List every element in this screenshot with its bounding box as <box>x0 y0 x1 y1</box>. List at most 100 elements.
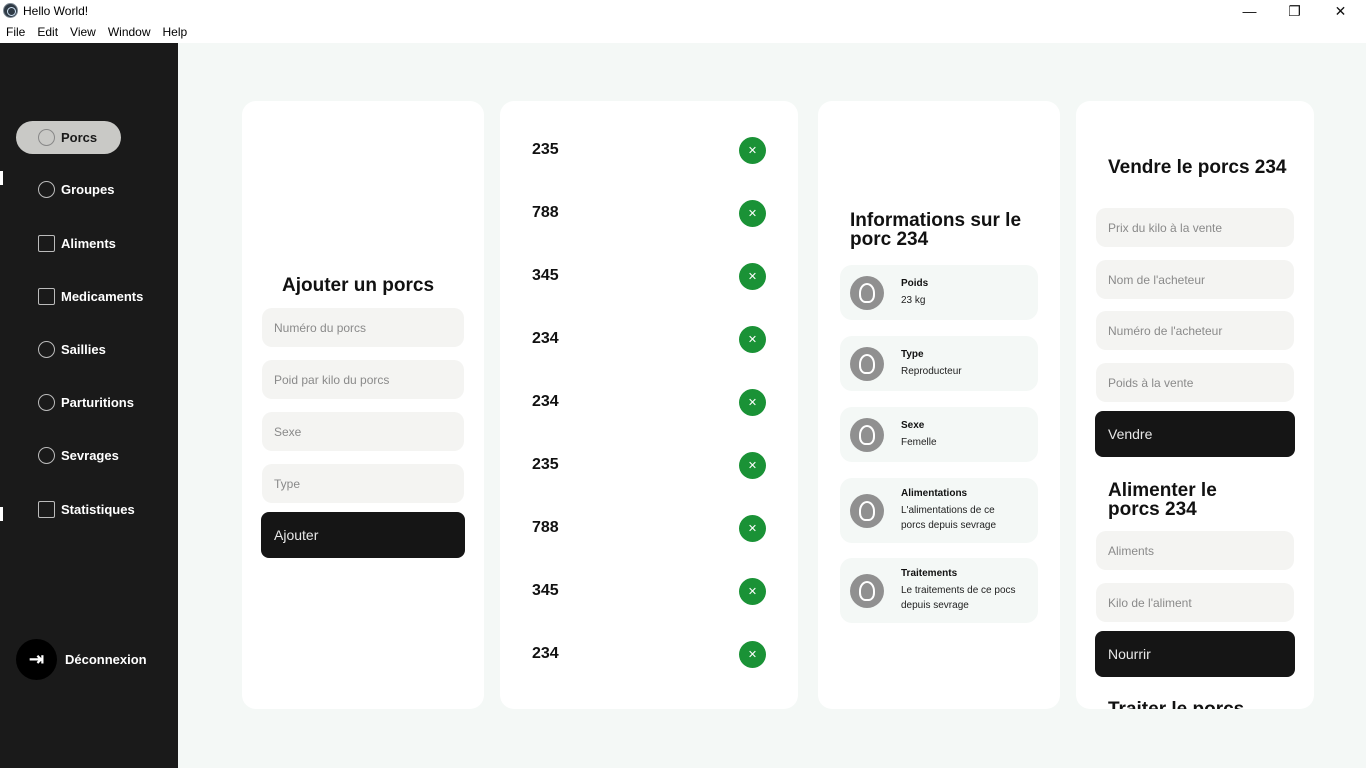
pig-number: 235 <box>532 141 559 158</box>
remove-icon[interactable]: ✕ <box>739 325 766 353</box>
sidebar-item-sevrages[interactable]: Sevrages <box>16 439 119 472</box>
list-item[interactable]: 234 ✕ <box>532 639 766 669</box>
food-input[interactable]: Aliments <box>1096 531 1294 570</box>
list-item[interactable]: 345 ✕ <box>532 261 766 291</box>
add-pig-button[interactable]: Ajouter <box>261 512 465 558</box>
logout-icon: ⇥ <box>16 639 57 680</box>
gauge-icon <box>38 129 55 146</box>
remove-icon[interactable]: ✕ <box>739 640 766 668</box>
info-label: Sexe <box>901 419 925 431</box>
sidebar-scroll-marker <box>0 507 3 521</box>
pig-number: 234 <box>532 330 559 347</box>
gauge-icon <box>38 341 55 358</box>
sidebar-item-saillies[interactable]: Saillies <box>16 333 106 366</box>
pig-number-input[interactable]: Numéro du porcs <box>262 308 464 347</box>
sidebar-item-label: Medicaments <box>61 289 144 304</box>
receipt-icon <box>38 288 55 305</box>
buyer-number-input[interactable]: Numéro de l'acheteur <box>1096 311 1294 350</box>
sale-price-input[interactable]: Prix du kilo à la vente <box>1096 208 1294 247</box>
sidebar-item-label: Parturitions <box>61 395 134 410</box>
sidebar-item-aliments[interactable]: Aliments <box>16 227 116 260</box>
sidebar-item-label: Groupes <box>61 182 115 197</box>
gauge-icon <box>38 447 55 464</box>
sidebar-item-medicaments[interactable]: Medicaments <box>16 280 143 313</box>
add-pig-title: Ajouter un porcs <box>282 275 435 296</box>
menu-help[interactable]: Help <box>157 22 194 43</box>
list-item[interactable]: 234 ✕ <box>532 387 766 417</box>
info-label: Alimentations <box>901 488 968 499</box>
sale-weight-input[interactable]: Poids à la vente <box>1096 363 1294 402</box>
award-icon <box>850 346 884 381</box>
alarm-clock-icon <box>38 181 55 198</box>
remove-icon[interactable]: ✕ <box>739 577 766 605</box>
sidebar-item-parturitions[interactable]: Parturitions <box>16 386 134 419</box>
sell-feed-card: Vendre le porcs 234 Prix du kilo à la ve… <box>1076 101 1314 709</box>
menu-view[interactable]: View <box>64 22 102 43</box>
pig-number: 234 <box>532 645 559 662</box>
award-icon <box>850 493 884 528</box>
pig-number: 345 <box>532 582 559 599</box>
menu-bar: File Edit View Window Help <box>0 22 1366 43</box>
info-item-treatments: Traitements Le traitements de ce pocs dep… <box>840 558 1038 623</box>
list-item[interactable]: 235 ✕ <box>532 135 766 165</box>
pig-number: 235 <box>532 456 559 473</box>
sidebar-item-label: Statistiques <box>61 502 135 517</box>
buyer-name-input[interactable]: Nom de l'acheteur <box>1096 260 1294 299</box>
remove-icon[interactable]: ✕ <box>739 199 766 227</box>
maximize-button[interactable]: ❐ <box>1272 0 1317 22</box>
remove-icon[interactable]: ✕ <box>739 136 766 164</box>
sidebar-item-label: Porcs <box>61 130 98 145</box>
remove-icon[interactable]: ✕ <box>739 451 766 479</box>
main-content: Ajouter un porcs Numéro du porcs Poid pa… <box>178 43 1366 768</box>
list-item[interactable]: 788 ✕ <box>532 198 766 228</box>
add-pig-card: Ajouter un porcs Numéro du porcs Poid pa… <box>242 101 484 709</box>
remove-icon[interactable]: ✕ <box>739 514 766 542</box>
info-item-weight: Poids 23 kg <box>840 265 1038 320</box>
alarm-clock-icon <box>38 394 55 411</box>
logout-button[interactable]: ⇥ Déconnexion <box>16 639 147 680</box>
sell-button[interactable]: Vendre <box>1095 411 1295 457</box>
sidebar-item-statistiques[interactable]: Statistiques <box>16 493 135 526</box>
pig-sex-input[interactable]: Sexe <box>262 412 464 451</box>
remove-icon[interactable]: ✕ <box>739 388 766 416</box>
sidebar-item-label: Aliments <box>61 236 116 251</box>
minimize-button[interactable]: — <box>1227 0 1272 22</box>
food-weight-input[interactable]: Kilo de l'aliment <box>1096 583 1294 622</box>
info-label: Type <box>901 348 924 360</box>
sidebar-item-porcs[interactable]: Porcs <box>16 121 121 154</box>
receipt-icon <box>38 501 55 518</box>
info-value: Reproducteur <box>901 365 962 377</box>
list-item[interactable]: 788 ✕ <box>532 513 766 543</box>
pig-info-title: Informations sur le porc 234 <box>850 210 1022 250</box>
remove-icon[interactable]: ✕ <box>739 262 766 290</box>
feed-button[interactable]: Nourrir <box>1095 631 1295 677</box>
list-item[interactable]: 235 ✕ <box>532 450 766 480</box>
sidebar: Porcs Groupes Aliments Medicaments Saill… <box>0 43 178 768</box>
menu-edit[interactable]: Edit <box>31 22 64 43</box>
list-item[interactable]: 345 ✕ <box>532 576 766 606</box>
menu-file[interactable]: File <box>0 22 31 43</box>
treat-title: Traiter le porcs <box>1108 699 1244 709</box>
pig-number: 345 <box>532 267 559 284</box>
app-icon <box>3 3 18 18</box>
fridge-icon <box>38 235 55 252</box>
sidebar-item-groupes[interactable]: Groupes <box>16 173 114 206</box>
award-icon <box>850 275 884 310</box>
close-button[interactable]: ✕ <box>1318 0 1363 22</box>
menu-window[interactable]: Window <box>102 22 157 43</box>
pig-weight-input[interactable]: Poid par kilo du porcs <box>262 360 464 399</box>
sidebar-item-label: Saillies <box>61 342 106 357</box>
sidebar-item-label: Sevrages <box>61 448 119 463</box>
pig-number: 788 <box>532 519 559 536</box>
award-icon <box>850 417 884 452</box>
info-item-sex: Sexe Femelle <box>840 407 1038 462</box>
list-item[interactable]: 234 ✕ <box>532 324 766 354</box>
sidebar-scroll-marker <box>0 171 3 185</box>
sell-title: Vendre le porcs 234 <box>1108 157 1287 178</box>
info-value: 23 kg <box>901 294 926 306</box>
pig-type-input[interactable]: Type <box>262 464 464 503</box>
feed-title: Alimenter le porcs 234 <box>1108 480 1217 520</box>
window-title: Hello World! <box>23 4 89 18</box>
pig-number: 788 <box>532 204 559 221</box>
info-item-feeding: Alimentations L'alimentations de ce porcs… <box>840 478 1038 543</box>
